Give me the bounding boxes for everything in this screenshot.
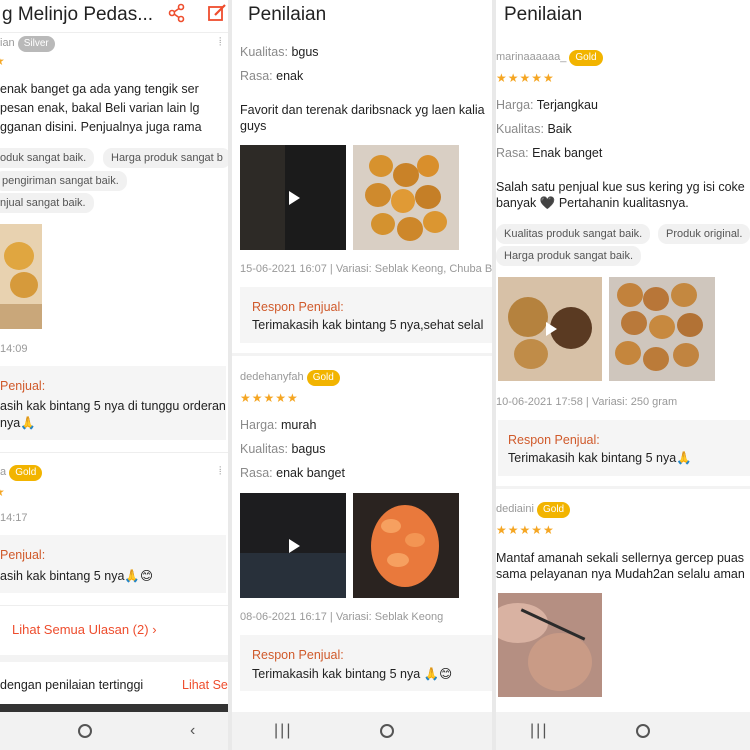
play-icon — [289, 538, 300, 553]
see-all-link[interactable]: Lihat Se — [182, 678, 228, 692]
review-video-thumbnail[interactable] — [240, 493, 346, 598]
home-icon[interactable] — [380, 724, 394, 738]
review-text-line: sama pelayanan nya Mudah2an selalu aman — [496, 567, 745, 581]
back-icon[interactable]: ‹ — [190, 722, 195, 740]
response-label: Penjual: — [0, 379, 46, 393]
share-icon[interactable] — [166, 2, 188, 24]
more-icon[interactable]: ⦙ — [219, 465, 221, 478]
review-tag: njual sangat baik. — [0, 193, 94, 213]
review-meta: 10-06-2021 17:58 | Variasi: 250 gram — [496, 396, 678, 408]
page-title: Penilaian — [248, 4, 327, 25]
response-text: asih kak bintang 5 nya🙏😊 — [0, 569, 153, 583]
attr-price: Harga: murah — [240, 418, 317, 432]
response-text: Terimakasih kak bintang 5 nya🙏 — [508, 451, 692, 465]
reviewer-name: ian Silver — [0, 36, 55, 52]
gold-badge: Gold — [306, 370, 340, 386]
gold-badge: Gold — [536, 502, 571, 518]
more-icon[interactable]: ⦙ — [219, 36, 221, 49]
review-tag: Harga produk sangat baik. — [496, 246, 642, 266]
response-label: Respon Penjual: — [252, 648, 344, 662]
review-text-line: Favorit dan terenak daribsnack yg laen k… — [240, 103, 485, 117]
silver-badge: Silver — [17, 36, 55, 52]
response-text: Terimakasih kak bintang 5 nya,sehat sela… — [252, 318, 484, 332]
gold-badge: Gold — [569, 50, 603, 66]
review-photo[interactable] — [353, 493, 459, 598]
play-icon — [289, 190, 300, 205]
review-time: 14:17 — [0, 512, 28, 524]
response-label: Respon Penjual: — [508, 433, 600, 447]
recent-apps-icon[interactable]: ||| — [530, 722, 548, 740]
attr-quality: Kualitas: Baik — [496, 122, 572, 136]
review-tag: Kualitas produk sangat baik. — [496, 224, 651, 244]
seller-response: Respon Penjual: Terimakasih kak bintang … — [498, 420, 750, 476]
review-photo[interactable] — [609, 277, 715, 381]
review-time: 14:09 — [0, 343, 28, 355]
review-tag: Harga produk sangat b — [103, 148, 228, 168]
review-text-line: pesan enak, bakal Beli varian lain lg — [0, 101, 200, 115]
android-nav-bar: ||| — [496, 712, 750, 750]
response-label: Respon Penjual: — [252, 300, 344, 314]
review-photo[interactable] — [353, 145, 459, 250]
attr-taste: Rasa: Enak banget — [496, 146, 603, 160]
attr-taste: Rasa: enak banget — [240, 466, 345, 480]
review-photo[interactable] — [498, 593, 602, 697]
seller-response: Respon Penjual: Terimakasih kak bintang … — [240, 287, 492, 343]
edit-icon[interactable] — [206, 2, 228, 24]
review-tag: pengiriman sangat baik. — [0, 171, 127, 191]
rating-stars: ★ — [0, 485, 6, 499]
reviewer-name: marinaaaaaa_ Gold — [496, 50, 603, 66]
review-photo[interactable] — [0, 224, 42, 329]
panel-reviews-middle: Penilaian Kualitas: bgus Rasa: enak Favo… — [228, 0, 492, 750]
android-nav-bar: ‹ — [0, 712, 228, 750]
page-title: Penilaian — [504, 4, 583, 25]
seller-response: Penjual: asih kak bintang 5 nya🙏😊 — [0, 535, 226, 593]
chevron-right-icon: › — [152, 622, 157, 637]
review-meta: 15-06-2021 16:07 | Variasi: Seblak Keong… — [240, 263, 492, 275]
seller-response: Penjual: asih kak bintang 5 nya di tungg… — [0, 366, 226, 440]
response-text: asih kak bintang 5 nya di tunggu orderan — [0, 399, 226, 413]
review-text-line: gganan disini. Penjualnya juga rama — [0, 120, 202, 134]
recent-apps-icon[interactable]: ||| — [274, 722, 292, 740]
product-strip — [0, 704, 228, 712]
review-video-thumbnail[interactable] — [240, 145, 346, 250]
attr-price: Harga: Terjangkau — [496, 98, 598, 112]
panel-reviews-right: Penilaian marinaaaaaa_ Gold ★★★★★ Harga:… — [492, 0, 750, 750]
attr-quality: Kualitas: bgus — [240, 45, 319, 59]
panel-product-reviews-left: g Melinjo Pedas... ian Silver ⦙ ★ enak b… — [0, 0, 228, 750]
rating-stars: ★★★★★ — [240, 391, 299, 405]
response-text: nya🙏 — [0, 416, 36, 430]
review-text-line: guys — [240, 119, 267, 133]
response-text: Terimakasih kak bintang 5 nya 🙏😊 — [252, 667, 453, 681]
section-title: dengan penilaian tertinggi — [0, 678, 144, 692]
reviewer-name: dediaini Gold — [496, 502, 571, 518]
rating-stars: ★★★★★ — [496, 523, 555, 537]
home-icon[interactable] — [636, 724, 650, 738]
rating-stars: ★ — [0, 54, 6, 68]
review-meta: 08-06-2021 16:17 | Variasi: Seblak Keong — [240, 611, 444, 623]
attr-taste: Rasa: enak — [240, 69, 304, 83]
rating-stars: ★★★★★ — [496, 71, 555, 85]
gold-badge: Gold — [9, 465, 43, 481]
review-text-line: banyak 🖤 Pertahanin kualitasnya. — [496, 196, 689, 210]
reviewer-name: a Gold — [0, 465, 43, 481]
reviewer-name: dedehanyfah Gold — [240, 370, 340, 386]
see-all-reviews-link[interactable]: Lihat Semua Ulasan (2) › — [12, 622, 157, 637]
android-nav-bar: ||| — [232, 712, 492, 750]
seller-response: Respon Penjual: Terimakasih kak bintang … — [240, 635, 492, 691]
play-icon — [546, 322, 557, 336]
response-label: Penjual: — [0, 548, 46, 562]
home-icon[interactable] — [78, 724, 92, 738]
review-video-thumbnail[interactable] — [498, 277, 602, 381]
review-tag: oduk sangat baik. — [0, 148, 95, 168]
review-text-line: enak banget ga ada yang tengik ser — [0, 82, 199, 96]
attr-quality: Kualitas: bagus — [240, 442, 326, 456]
page-title: g Melinjo Pedas... — [2, 4, 154, 25]
review-tag: Produk original. — [658, 224, 750, 244]
